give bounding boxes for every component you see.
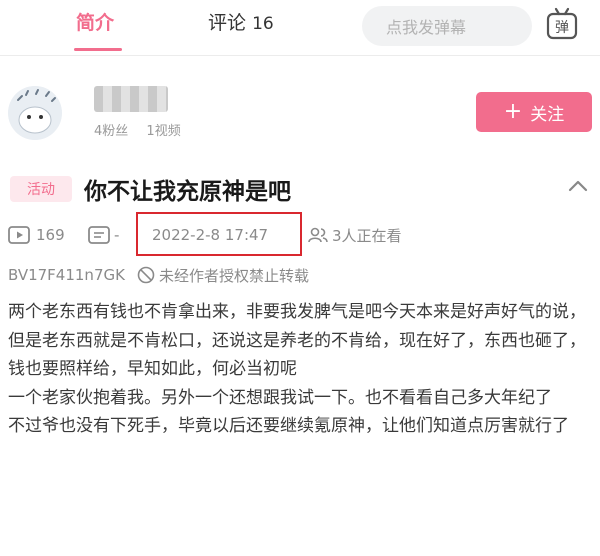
tab-comments-count: 16 bbox=[252, 14, 274, 34]
ban-icon bbox=[137, 266, 155, 284]
bv-row: BV17F411n7GK 未经作者授权禁止转载 bbox=[8, 264, 309, 286]
tab-comments-label: 评论 bbox=[208, 12, 247, 34]
play-count: 169 bbox=[8, 222, 65, 248]
bv-id[interactable]: BV17F411n7GK bbox=[8, 266, 125, 284]
copyright-notice: 未经作者授权禁止转载 bbox=[158, 266, 309, 285]
publish-time: 2022-2-8 17:47 bbox=[152, 226, 269, 244]
video-title: 你不让我充原神是吧 bbox=[84, 179, 291, 205]
danmaku-placeholder: 点我发弹幕 bbox=[386, 18, 467, 37]
danmaku-count-value: - bbox=[114, 226, 120, 244]
description-paragraph: 不过爷也没有下死手，毕竟以后还要继续氪原神，让他们知道点厉害就行了 bbox=[8, 416, 569, 436]
play-icon bbox=[8, 226, 30, 244]
viewers-value: 3人正在看 bbox=[332, 226, 402, 245]
activity-badge[interactable]: 活动 bbox=[10, 176, 72, 202]
follow-plus-icon: + bbox=[503, 99, 523, 124]
videos-count: 1视频 bbox=[146, 124, 181, 139]
active-tab-indicator bbox=[74, 48, 122, 51]
follow-label: 关注 bbox=[530, 104, 565, 125]
tab-intro[interactable]: 简介 bbox=[76, 8, 114, 35]
fans-count: 4粉丝 bbox=[94, 124, 129, 139]
play-count-value: 169 bbox=[36, 226, 65, 244]
video-meta-row: 169 - 2022-2-8 17:47 3人正在看 bbox=[8, 212, 598, 256]
chevron-up-icon[interactable] bbox=[566, 176, 590, 196]
danmaku-count: - bbox=[88, 222, 119, 248]
avatar[interactable] bbox=[8, 86, 62, 140]
danmaku-toggle-label: 弹 bbox=[555, 20, 569, 36]
uploader-stats: 4粉丝 1视频 bbox=[94, 120, 195, 139]
danmaku-toggle-icon[interactable]: 弹 bbox=[542, 6, 582, 44]
video-description: 两个老东西有钱也不肯拿出来，非要我发脾气是吧今天本来是好声好气的说，但是老东西就… bbox=[8, 298, 596, 441]
tab-bar: 简介 评论 16 点我发弹幕 弹 bbox=[0, 0, 600, 56]
danmaku-icon bbox=[88, 226, 110, 244]
description-paragraph: 两个老东西有钱也不肯拿出来，非要我发脾气是吧今天本来是好声好气的说，但是老东西就… bbox=[8, 302, 586, 379]
description-paragraph: 一个老家伙抱着我。另外一个还想跟我试一下。也不看看自己多大年纪了 bbox=[8, 387, 552, 408]
tab-comments[interactable]: 评论 16 bbox=[208, 8, 274, 35]
uploader-name[interactable] bbox=[94, 86, 168, 112]
viewers-icon bbox=[308, 227, 328, 243]
follow-button[interactable]: + 关注 bbox=[476, 92, 592, 132]
viewers-now: 3人正在看 bbox=[308, 222, 402, 248]
danmaku-input[interactable]: 点我发弹幕 bbox=[362, 6, 532, 46]
